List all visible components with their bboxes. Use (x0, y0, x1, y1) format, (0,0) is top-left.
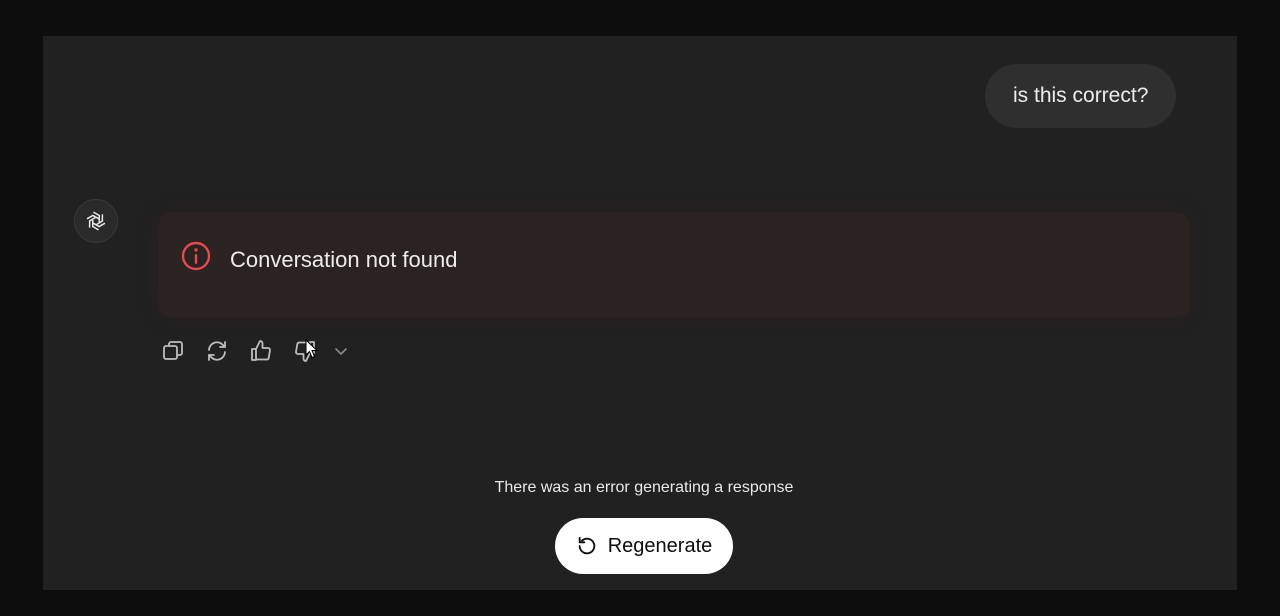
refresh-icon (208, 341, 226, 361)
thumbs-up-button[interactable] (245, 335, 277, 367)
regenerate-button[interactable] (201, 335, 233, 367)
user-message-bubble: is this correct? (985, 64, 1177, 128)
thumbs-down-icon (295, 341, 315, 362)
thumbs-down-button[interactable] (289, 335, 321, 367)
copy-button[interactable] (157, 335, 189, 367)
assistant-avatar (74, 199, 118, 243)
regenerate-label: Regenerate (607, 534, 713, 557)
message-action-bar (157, 335, 363, 367)
alert-circle-icon (181, 241, 211, 271)
thumbs-up-icon (251, 340, 271, 361)
error-text: Conversation not found (230, 247, 458, 272)
generation-error-text: There was an error generating a response (494, 479, 794, 496)
chevron-down-icon (335, 348, 347, 355)
user-message-text: is this correct? (1013, 84, 1149, 107)
more-actions-button[interactable] (331, 335, 351, 367)
rotate-ccw-icon (576, 535, 598, 557)
openai-logo-icon (86, 211, 106, 231)
chat-window: is this correct? Conversation not found (43, 36, 1237, 590)
regenerate-response-button[interactable]: Regenerate (555, 518, 733, 574)
copy-icon (163, 341, 183, 360)
error-message-box: Conversation not found (158, 212, 1190, 318)
